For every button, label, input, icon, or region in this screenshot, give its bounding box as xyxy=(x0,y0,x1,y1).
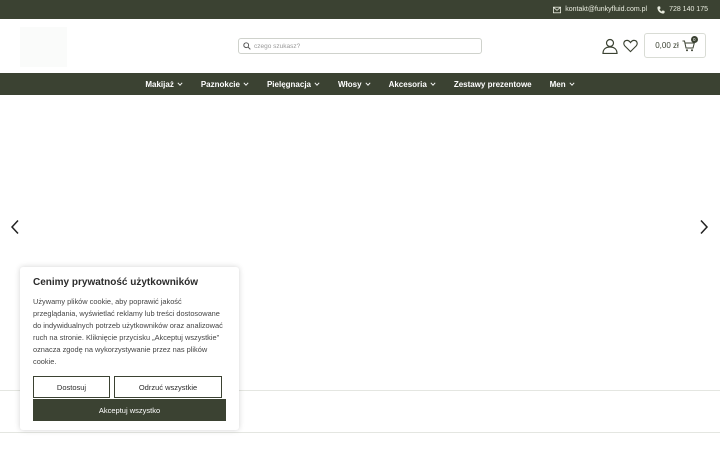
chevron-left-icon[interactable] xyxy=(10,219,20,235)
chevron-down-icon xyxy=(430,82,436,86)
email-text: kontakt@funkyfluid.com.pl xyxy=(565,6,648,13)
nav-item-paznokcie[interactable]: Paznokcie xyxy=(192,80,258,89)
mail-icon xyxy=(553,6,562,13)
cookie-text: Używamy plików cookie, aby poprawić jako… xyxy=(33,297,223,366)
nav-item-pielegnacja[interactable]: Pielęgnacja xyxy=(258,80,329,89)
main-nav: Makijaż Paznokcie Pielęgnacja Włosy Akce… xyxy=(0,73,720,95)
cart-button[interactable]: 0,00 zł 0 xyxy=(644,33,706,58)
site-header: 0,00 zł 0 xyxy=(0,19,720,73)
search-icon xyxy=(243,42,251,50)
nav-item-wlosy[interactable]: Włosy xyxy=(329,80,380,89)
reject-all-button[interactable]: Odrzuć wszystkie xyxy=(114,376,222,398)
logo[interactable] xyxy=(20,27,67,67)
nav-label: Pielęgnacja xyxy=(266,79,311,89)
search-box[interactable] xyxy=(238,38,482,54)
chevron-down-icon xyxy=(243,82,249,86)
user-icon[interactable] xyxy=(602,38,618,54)
nav-item-akcesoria[interactable]: Akcesoria xyxy=(380,80,445,89)
nav-item-zestawy-prezentowe[interactable]: Zestawy prezentowe xyxy=(445,80,541,89)
nav-item-makijaz[interactable]: Makijaż xyxy=(136,80,191,89)
cart-icon-wrap: 0 xyxy=(682,35,698,52)
cookie-title: Cenimy prywatność użytkowników xyxy=(33,277,199,288)
nav-label: Paznokcie xyxy=(200,79,240,89)
accept-all-button[interactable]: Akceptuj wszystko xyxy=(33,399,226,421)
cookie-consent-dialog: Cenimy prywatność użytkowników Używamy p… xyxy=(20,267,239,430)
chevron-down-icon xyxy=(569,82,575,86)
search-input[interactable] xyxy=(254,42,474,50)
phone-text: 728 140 175 xyxy=(669,6,708,13)
cart-count-badge: 0 xyxy=(690,35,698,43)
chevron-down-icon xyxy=(177,82,183,86)
contact-email[interactable]: kontakt@funkyfluid.com.pl xyxy=(553,6,647,14)
nav-label: Włosy xyxy=(338,79,362,89)
top-bar: kontakt@funkyfluid.com.pl 728 140 175 xyxy=(0,0,720,19)
nav-label: Zestawy prezentowe xyxy=(453,79,532,89)
chevron-down-icon xyxy=(314,82,320,86)
nav-label: Makijaż xyxy=(145,79,174,89)
chevron-down-icon xyxy=(365,82,371,86)
phone-icon xyxy=(657,5,665,14)
contact-phone[interactable]: 728 140 175 xyxy=(657,5,708,14)
nav-label: Men xyxy=(549,79,566,89)
chevron-right-icon[interactable] xyxy=(699,219,709,235)
nav-label: Akcesoria xyxy=(388,79,427,89)
nav-item-men[interactable]: Men xyxy=(541,80,584,89)
cookie-button-row: Dostosuj Odrzuć wszystkie xyxy=(33,376,226,398)
customize-button[interactable]: Dostosuj xyxy=(33,376,110,398)
cart-total: 0,00 zł xyxy=(655,41,679,50)
heart-icon[interactable] xyxy=(623,39,638,53)
